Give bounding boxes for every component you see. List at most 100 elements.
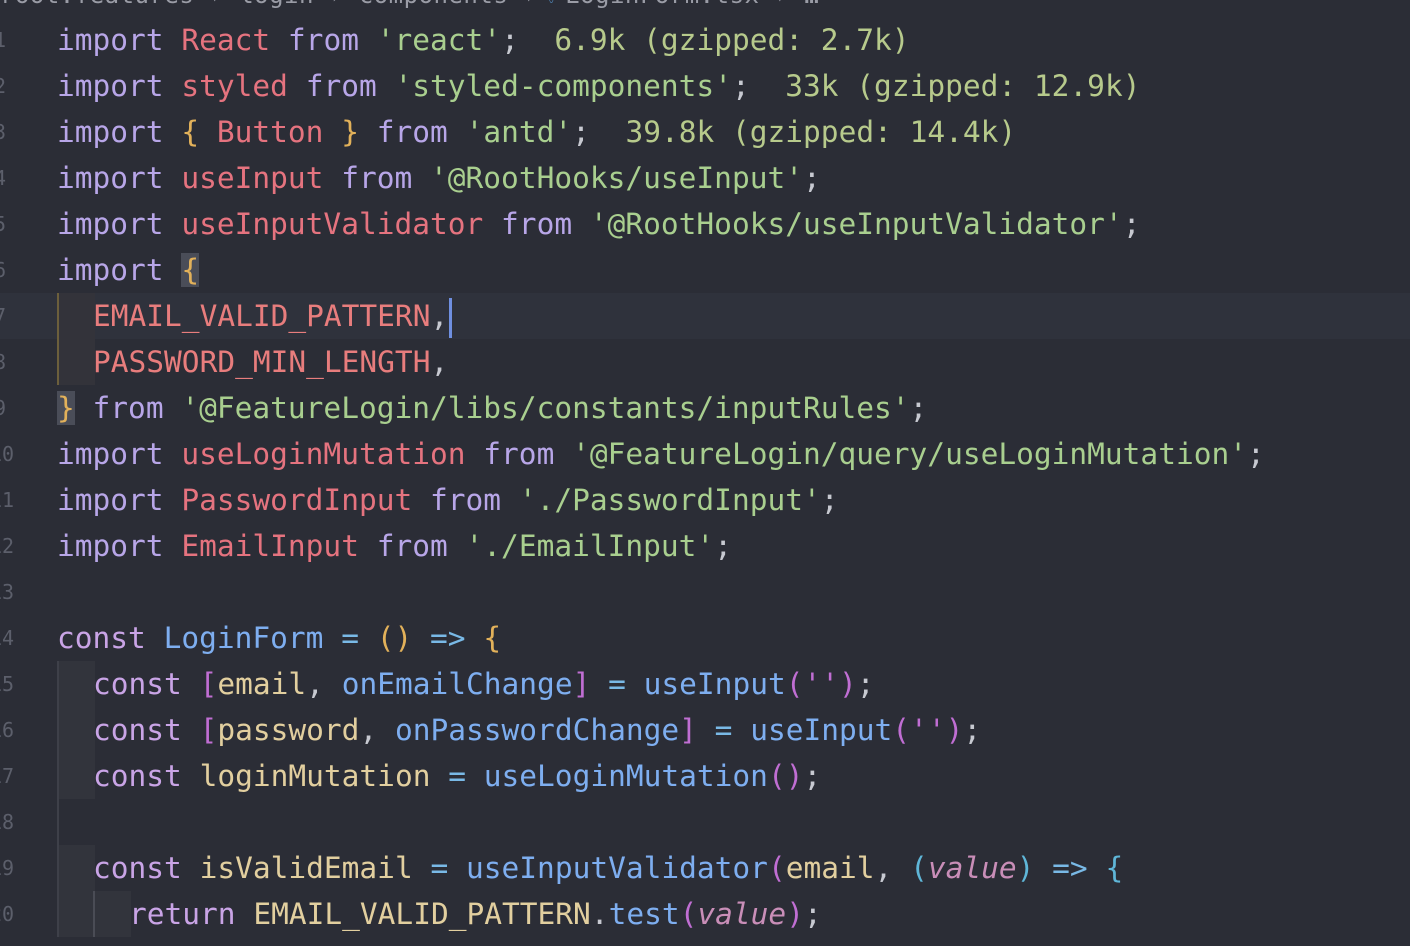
string-literal: '@RootHooks/useInput' bbox=[430, 161, 803, 195]
identifier: EMAIL_VALID_PATTERN bbox=[93, 299, 431, 333]
call-args: () bbox=[767, 759, 804, 793]
keyword: const bbox=[93, 667, 182, 701]
keyword: import bbox=[57, 253, 164, 287]
code-line-18[interactable]: 18 bbox=[0, 799, 1410, 845]
keyword: import bbox=[57, 437, 164, 471]
keyword: from bbox=[376, 115, 448, 149]
indent-guide bbox=[57, 339, 95, 385]
code-line-19[interactable]: 19 const isValidEmail = useInputValidato… bbox=[0, 845, 1410, 891]
keyword: from bbox=[305, 69, 377, 103]
keyword: from bbox=[341, 161, 413, 195]
brace: { bbox=[1105, 851, 1124, 885]
semicolon: ; bbox=[820, 483, 839, 517]
call-args: ('') bbox=[892, 713, 964, 747]
code-line-1[interactable]: 1 import React from 'react'; 6.9k (gzipp… bbox=[0, 17, 1410, 63]
keyword: import bbox=[57, 115, 164, 149]
paren: ) bbox=[786, 897, 804, 931]
indent-guide bbox=[57, 845, 95, 891]
bracket: [ bbox=[199, 667, 218, 701]
keyword: from bbox=[430, 483, 502, 517]
keyword: from bbox=[92, 391, 164, 425]
comma: , bbox=[874, 851, 893, 885]
indent-guide bbox=[57, 661, 95, 707]
code-editor[interactable]: root.features › login › components › ⚛ Log… bbox=[0, 0, 1410, 946]
identifier: PasswordInput bbox=[181, 483, 413, 517]
function-call: useInput bbox=[643, 667, 786, 701]
breadcrumb-path[interactable]: root.features › login › components › bbox=[0, 0, 538, 9]
line-number: 12 bbox=[0, 534, 15, 558]
keyword: import bbox=[57, 23, 164, 57]
code-line-4[interactable]: 4 import useInput from '@RootHooks/useIn… bbox=[0, 155, 1410, 201]
brace: } bbox=[341, 115, 359, 149]
code-line-8[interactable]: 8 PASSWORD_MIN_LENGTH, bbox=[0, 339, 1410, 385]
comma: , bbox=[306, 667, 324, 701]
line-number: 11 bbox=[0, 488, 15, 512]
identifier: useInputValidator bbox=[181, 207, 484, 241]
keyword: import bbox=[57, 207, 164, 241]
parens: () bbox=[376, 621, 413, 655]
keyword: const bbox=[57, 621, 146, 655]
code-line-16[interactable]: 16 const [password, onPasswordChange] = … bbox=[0, 707, 1410, 753]
string-literal: '@RootHooks/useInputValidator' bbox=[589, 207, 1123, 241]
indent-guide bbox=[57, 293, 95, 339]
string-literal: 'react' bbox=[376, 23, 502, 57]
identifier: React bbox=[181, 23, 271, 57]
bracket: [ bbox=[199, 713, 218, 747]
parameter: value bbox=[697, 897, 787, 931]
code-line-7[interactable]: 7 EMAIL_VALID_PATTERN, bbox=[0, 293, 1410, 339]
semicolon: ; bbox=[1122, 207, 1141, 241]
brace: { bbox=[483, 621, 502, 655]
keyword: return bbox=[129, 897, 236, 931]
indent-guide bbox=[57, 799, 95, 845]
line-number: 9 bbox=[0, 385, 6, 431]
semicolon: ; bbox=[803, 897, 822, 931]
line-number: 20 bbox=[0, 902, 15, 926]
code-line-11[interactable]: 11 import PasswordInput from './Password… bbox=[0, 477, 1410, 523]
semicolon: ; bbox=[803, 161, 821, 195]
semicolon: ; bbox=[963, 713, 982, 747]
operator: = bbox=[341, 621, 359, 655]
line-number: 5 bbox=[0, 201, 6, 247]
line-number: 7 bbox=[0, 293, 6, 339]
keyword: from bbox=[483, 437, 555, 471]
string-literal: 'antd' bbox=[465, 115, 573, 149]
keyword: import bbox=[57, 529, 164, 563]
keyword: const bbox=[93, 759, 182, 793]
code-line-3[interactable]: 3 import { Button } from 'antd'; 39.8k (… bbox=[0, 109, 1410, 155]
indent-guide bbox=[93, 891, 131, 937]
identifier: loginMutation bbox=[199, 759, 431, 793]
code-line-17[interactable]: 17 const loginMutation = useLoginMutatio… bbox=[0, 753, 1410, 799]
keyword: from bbox=[376, 529, 448, 563]
code-line-5[interactable]: 5 import useInputValidator from '@RootHo… bbox=[0, 201, 1410, 247]
function-call: useInputValidator bbox=[466, 851, 768, 885]
identifier: EMAIL_VALID_PATTERN bbox=[253, 897, 591, 931]
breadcrumb-suffix[interactable]: › … bbox=[759, 0, 819, 9]
code-line-12[interactable]: 12 import EmailInput from './EmailInput'… bbox=[0, 523, 1410, 569]
identifier: email bbox=[217, 667, 307, 701]
string-literal: '@FeatureLogin/query/useLoginMutation' bbox=[572, 437, 1247, 471]
code-line-6[interactable]: 6 import { bbox=[0, 247, 1410, 293]
code-line-14[interactable]: 14 const LoginForm = () => { bbox=[0, 615, 1410, 661]
indent-guide bbox=[57, 753, 95, 799]
identifier: email bbox=[785, 851, 875, 885]
breadcrumb-file[interactable]: LoginForm.tsx bbox=[565, 0, 759, 9]
semicolon: ; bbox=[731, 69, 750, 103]
line-number: 3 bbox=[0, 109, 6, 155]
code-line-13[interactable]: 13 bbox=[0, 569, 1410, 615]
line-number: 10 bbox=[0, 442, 15, 466]
line-number: 8 bbox=[0, 339, 6, 385]
function-call: useLoginMutation bbox=[483, 759, 768, 793]
line-number: 14 bbox=[0, 626, 15, 650]
code-line-10[interactable]: 10 import useLoginMutation from '@Featur… bbox=[0, 431, 1410, 477]
identifier: useInput bbox=[181, 161, 324, 195]
code-line-9[interactable]: 9 } from '@FeatureLogin/libs/constants/i… bbox=[0, 385, 1410, 431]
react-file-icon: ⚛ bbox=[544, 0, 559, 9]
matched-brace: } bbox=[57, 391, 75, 425]
code-line-20[interactable]: 20 return EMAIL_VALID_PATTERN.test(value… bbox=[0, 891, 1410, 937]
code-line-2[interactable]: 2 import styled from 'styled-components'… bbox=[0, 63, 1410, 109]
call-args: ('') bbox=[785, 667, 857, 701]
code-line-15[interactable]: 15 const [email, onEmailChange] = useInp… bbox=[0, 661, 1410, 707]
identifier: PASSWORD_MIN_LENGTH bbox=[93, 345, 431, 379]
semicolon: ; bbox=[1247, 437, 1265, 471]
line-number: 17 bbox=[0, 764, 15, 788]
